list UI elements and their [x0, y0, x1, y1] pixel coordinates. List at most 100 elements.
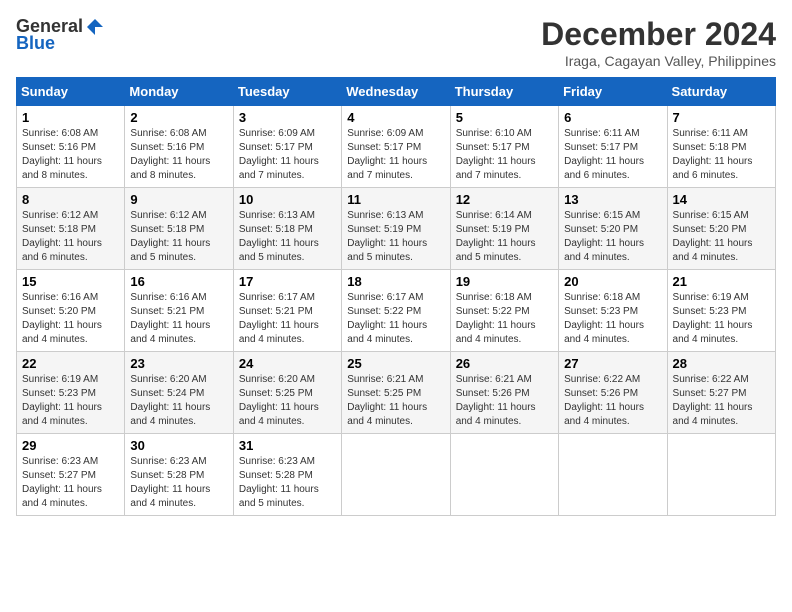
- day-info: Sunrise: 6:23 AMSunset: 5:28 PMDaylight:…: [130, 455, 227, 511]
- calendar-cell: 12 Sunrise: 6:14 AMSunset: 5:19 PMDaylig…: [450, 188, 558, 270]
- day-header-monday: Monday: [125, 78, 233, 106]
- day-number: 12: [456, 192, 553, 207]
- calendar-cell: 23 Sunrise: 6:20 AMSunset: 5:24 PMDaylig…: [125, 352, 233, 434]
- day-number: 11: [347, 192, 444, 207]
- day-number: 4: [347, 110, 444, 125]
- day-number: 17: [239, 274, 336, 289]
- month-title: December 2024: [541, 16, 776, 53]
- day-number: 29: [22, 438, 119, 453]
- logo-blue: Blue: [16, 33, 55, 54]
- day-info: Sunrise: 6:13 AMSunset: 5:18 PMDaylight:…: [239, 209, 336, 265]
- day-info: Sunrise: 6:20 AMSunset: 5:25 PMDaylight:…: [239, 373, 336, 429]
- day-number: 24: [239, 356, 336, 371]
- day-number: 27: [564, 356, 661, 371]
- calendar-cell: 17 Sunrise: 6:17 AMSunset: 5:21 PMDaylig…: [233, 270, 341, 352]
- day-number: 22: [22, 356, 119, 371]
- location: Iraga, Cagayan Valley, Philippines: [541, 53, 776, 69]
- calendar-cell: 26 Sunrise: 6:21 AMSunset: 5:26 PMDaylig…: [450, 352, 558, 434]
- day-info: Sunrise: 6:22 AMSunset: 5:26 PMDaylight:…: [564, 373, 661, 429]
- calendar-cell: 3 Sunrise: 6:09 AMSunset: 5:17 PMDayligh…: [233, 106, 341, 188]
- calendar-cell: 8 Sunrise: 6:12 AMSunset: 5:18 PMDayligh…: [17, 188, 125, 270]
- day-number: 21: [673, 274, 770, 289]
- day-number: 7: [673, 110, 770, 125]
- calendar-cell: 31 Sunrise: 6:23 AMSunset: 5:28 PMDaylig…: [233, 434, 341, 516]
- day-header-tuesday: Tuesday: [233, 78, 341, 106]
- page-header: General Blue December 2024 Iraga, Cagaya…: [16, 16, 776, 69]
- day-info: Sunrise: 6:15 AMSunset: 5:20 PMDaylight:…: [673, 209, 770, 265]
- calendar-cell: 5 Sunrise: 6:10 AMSunset: 5:17 PMDayligh…: [450, 106, 558, 188]
- day-number: 1: [22, 110, 119, 125]
- day-info: Sunrise: 6:18 AMSunset: 5:22 PMDaylight:…: [456, 291, 553, 347]
- calendar-cell: 7 Sunrise: 6:11 AMSunset: 5:18 PMDayligh…: [667, 106, 775, 188]
- day-number: 25: [347, 356, 444, 371]
- day-number: 13: [564, 192, 661, 207]
- calendar-cell: [450, 434, 558, 516]
- day-number: 6: [564, 110, 661, 125]
- day-info: Sunrise: 6:17 AMSunset: 5:22 PMDaylight:…: [347, 291, 444, 347]
- calendar-cell: 10 Sunrise: 6:13 AMSunset: 5:18 PMDaylig…: [233, 188, 341, 270]
- day-number: 20: [564, 274, 661, 289]
- day-info: Sunrise: 6:11 AMSunset: 5:18 PMDaylight:…: [673, 127, 770, 183]
- day-header-thursday: Thursday: [450, 78, 558, 106]
- calendar-cell: 6 Sunrise: 6:11 AMSunset: 5:17 PMDayligh…: [559, 106, 667, 188]
- calendar-cell: 25 Sunrise: 6:21 AMSunset: 5:25 PMDaylig…: [342, 352, 450, 434]
- day-number: 31: [239, 438, 336, 453]
- day-number: 23: [130, 356, 227, 371]
- day-info: Sunrise: 6:23 AMSunset: 5:28 PMDaylight:…: [239, 455, 336, 511]
- calendar-cell: 4 Sunrise: 6:09 AMSunset: 5:17 PMDayligh…: [342, 106, 450, 188]
- day-info: Sunrise: 6:23 AMSunset: 5:27 PMDaylight:…: [22, 455, 119, 511]
- calendar-cell: 24 Sunrise: 6:20 AMSunset: 5:25 PMDaylig…: [233, 352, 341, 434]
- calendar-cell: 18 Sunrise: 6:17 AMSunset: 5:22 PMDaylig…: [342, 270, 450, 352]
- calendar-cell: 15 Sunrise: 6:16 AMSunset: 5:20 PMDaylig…: [17, 270, 125, 352]
- day-info: Sunrise: 6:09 AMSunset: 5:17 PMDaylight:…: [347, 127, 444, 183]
- day-header-wednesday: Wednesday: [342, 78, 450, 106]
- day-number: 5: [456, 110, 553, 125]
- calendar-week-1: 1 Sunrise: 6:08 AMSunset: 5:16 PMDayligh…: [17, 106, 776, 188]
- logo-icon: [85, 17, 105, 37]
- day-number: 16: [130, 274, 227, 289]
- day-info: Sunrise: 6:11 AMSunset: 5:17 PMDaylight:…: [564, 127, 661, 183]
- calendar-header-row: SundayMondayTuesdayWednesdayThursdayFrid…: [17, 78, 776, 106]
- day-number: 26: [456, 356, 553, 371]
- day-number: 2: [130, 110, 227, 125]
- calendar-cell: [342, 434, 450, 516]
- day-info: Sunrise: 6:10 AMSunset: 5:17 PMDaylight:…: [456, 127, 553, 183]
- day-number: 19: [456, 274, 553, 289]
- calendar-cell: [559, 434, 667, 516]
- calendar-cell: 2 Sunrise: 6:08 AMSunset: 5:16 PMDayligh…: [125, 106, 233, 188]
- day-info: Sunrise: 6:12 AMSunset: 5:18 PMDaylight:…: [22, 209, 119, 265]
- day-info: Sunrise: 6:20 AMSunset: 5:24 PMDaylight:…: [130, 373, 227, 429]
- day-info: Sunrise: 6:18 AMSunset: 5:23 PMDaylight:…: [564, 291, 661, 347]
- calendar-week-4: 22 Sunrise: 6:19 AMSunset: 5:23 PMDaylig…: [17, 352, 776, 434]
- day-header-saturday: Saturday: [667, 78, 775, 106]
- day-info: Sunrise: 6:09 AMSunset: 5:17 PMDaylight:…: [239, 127, 336, 183]
- calendar-week-3: 15 Sunrise: 6:16 AMSunset: 5:20 PMDaylig…: [17, 270, 776, 352]
- calendar-cell: 30 Sunrise: 6:23 AMSunset: 5:28 PMDaylig…: [125, 434, 233, 516]
- calendar-cell: 28 Sunrise: 6:22 AMSunset: 5:27 PMDaylig…: [667, 352, 775, 434]
- day-number: 28: [673, 356, 770, 371]
- day-info: Sunrise: 6:16 AMSunset: 5:20 PMDaylight:…: [22, 291, 119, 347]
- day-number: 10: [239, 192, 336, 207]
- calendar-cell: 22 Sunrise: 6:19 AMSunset: 5:23 PMDaylig…: [17, 352, 125, 434]
- calendar-cell: 13 Sunrise: 6:15 AMSunset: 5:20 PMDaylig…: [559, 188, 667, 270]
- day-info: Sunrise: 6:19 AMSunset: 5:23 PMDaylight:…: [673, 291, 770, 347]
- title-section: December 2024 Iraga, Cagayan Valley, Phi…: [541, 16, 776, 69]
- calendar-cell: 9 Sunrise: 6:12 AMSunset: 5:18 PMDayligh…: [125, 188, 233, 270]
- calendar-cell: 29 Sunrise: 6:23 AMSunset: 5:27 PMDaylig…: [17, 434, 125, 516]
- day-info: Sunrise: 6:12 AMSunset: 5:18 PMDaylight:…: [130, 209, 227, 265]
- calendar-cell: 14 Sunrise: 6:15 AMSunset: 5:20 PMDaylig…: [667, 188, 775, 270]
- calendar-week-5: 29 Sunrise: 6:23 AMSunset: 5:27 PMDaylig…: [17, 434, 776, 516]
- day-info: Sunrise: 6:08 AMSunset: 5:16 PMDaylight:…: [130, 127, 227, 183]
- day-info: Sunrise: 6:14 AMSunset: 5:19 PMDaylight:…: [456, 209, 553, 265]
- day-number: 14: [673, 192, 770, 207]
- day-info: Sunrise: 6:17 AMSunset: 5:21 PMDaylight:…: [239, 291, 336, 347]
- calendar-week-2: 8 Sunrise: 6:12 AMSunset: 5:18 PMDayligh…: [17, 188, 776, 270]
- calendar-cell: [667, 434, 775, 516]
- day-info: Sunrise: 6:22 AMSunset: 5:27 PMDaylight:…: [673, 373, 770, 429]
- calendar-cell: 11 Sunrise: 6:13 AMSunset: 5:19 PMDaylig…: [342, 188, 450, 270]
- calendar-table: SundayMondayTuesdayWednesdayThursdayFrid…: [16, 77, 776, 516]
- day-info: Sunrise: 6:13 AMSunset: 5:19 PMDaylight:…: [347, 209, 444, 265]
- calendar-cell: 19 Sunrise: 6:18 AMSunset: 5:22 PMDaylig…: [450, 270, 558, 352]
- day-number: 9: [130, 192, 227, 207]
- day-info: Sunrise: 6:21 AMSunset: 5:25 PMDaylight:…: [347, 373, 444, 429]
